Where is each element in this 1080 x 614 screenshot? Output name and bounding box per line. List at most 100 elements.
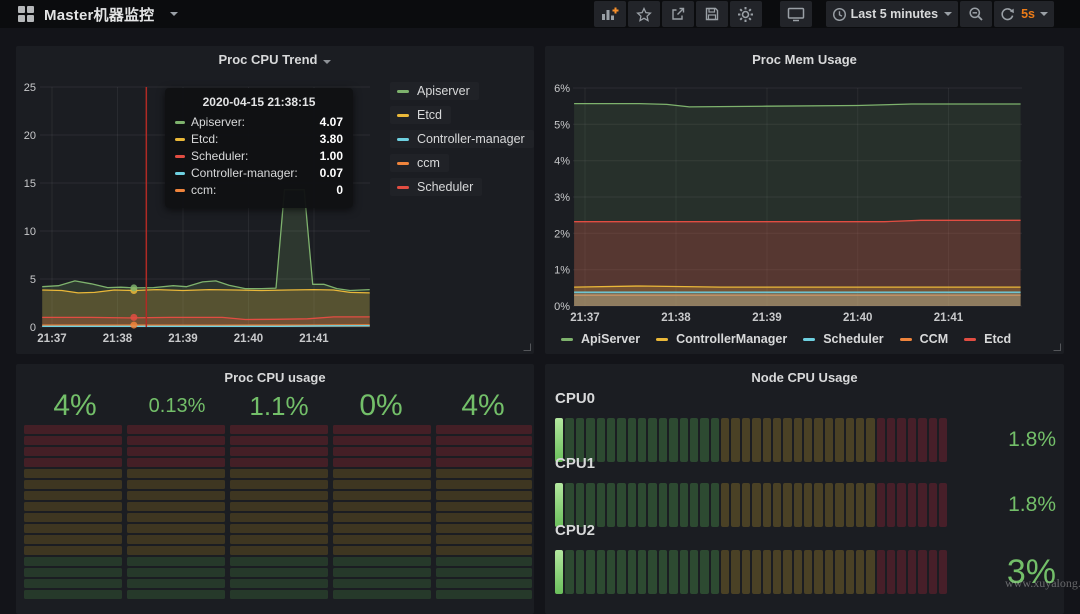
gauge-cell <box>856 418 864 462</box>
tooltip-row: Apiserver:4.07 <box>175 115 343 129</box>
add-panel-button[interactable] <box>594 1 626 27</box>
led-segment <box>230 590 328 599</box>
node-cpu-bargauge-CPU2[interactable] <box>555 550 947 594</box>
dashboard-title[interactable]: Master机器监控 <box>44 4 154 25</box>
legend-item-CCM[interactable]: CCM <box>900 332 948 346</box>
tooltip-series-value: 0 <box>336 183 343 197</box>
y-tick-label: 25 <box>24 82 36 94</box>
y-tick-label: 20 <box>24 130 36 142</box>
gauge-cell <box>586 483 594 527</box>
node-cpu-bargauge-CPU0[interactable] <box>555 418 947 462</box>
led-segment <box>436 513 532 522</box>
gauge-cell <box>918 418 926 462</box>
tv-mode-button[interactable] <box>780 1 812 27</box>
panel-title-proc-cpu-usage[interactable]: Proc CPU usage <box>16 370 534 385</box>
settings-button[interactable] <box>730 1 762 27</box>
led-segment <box>436 579 532 588</box>
led-segment <box>333 546 431 555</box>
gauge-cell <box>804 418 812 462</box>
gauge-cell <box>929 550 937 594</box>
gauge-cell <box>846 550 854 594</box>
legend-item-Controller-manager[interactable]: Controller-manager <box>390 130 534 148</box>
gauge-cell <box>648 483 656 527</box>
tooltip-series-label: Etcd: <box>191 132 218 146</box>
led-segment <box>230 458 328 467</box>
gauge-cell <box>628 483 636 527</box>
gauge-cell <box>711 418 719 462</box>
x-tick-label: 21:39 <box>168 333 197 345</box>
led-segment <box>24 568 122 577</box>
legend-color-dash <box>900 338 912 341</box>
legend-color-dash <box>397 186 409 189</box>
node-cpu-label-CPU0: CPU0 <box>555 390 595 407</box>
gauge-cell <box>690 418 698 462</box>
gauge-cell <box>700 550 708 594</box>
legend-item-Scheduler[interactable]: Scheduler <box>803 332 883 346</box>
y-tick-label: 6% <box>554 83 570 95</box>
y-tick-label: 5% <box>554 119 570 131</box>
gauge-cell <box>939 483 947 527</box>
led-segment <box>24 535 122 544</box>
legend-item-Etcd[interactable]: Etcd <box>964 332 1011 346</box>
gauge-cell <box>597 418 605 462</box>
y-tick-label: 2% <box>554 228 570 240</box>
led-segment <box>24 458 122 467</box>
gauge-cell <box>638 418 646 462</box>
legend-label: ControllerManager <box>676 332 787 346</box>
tooltip-series-value: 3.80 <box>320 132 343 146</box>
gauge-cell <box>783 550 791 594</box>
mem-usage-legend: ApiServer ControllerManager Scheduler CCM Et… <box>561 332 1011 346</box>
gauge-cell <box>773 550 781 594</box>
led-segment <box>230 557 328 566</box>
tooltip-row: Scheduler:1.00 <box>175 149 343 163</box>
x-tick-label: 21:37 <box>37 333 66 345</box>
panel-title-node-cpu-usage[interactable]: Node CPU Usage <box>545 370 1064 385</box>
led-segment <box>230 480 328 489</box>
led-segment <box>333 436 431 445</box>
node-cpu-bargauge-CPU1[interactable] <box>555 483 947 527</box>
led-segment <box>436 447 532 456</box>
chevron-down-icon <box>1040 12 1048 16</box>
refresh-button[interactable]: 5s <box>994 1 1054 27</box>
y-tick-label: 1% <box>554 265 570 277</box>
gauge-cell <box>731 418 739 462</box>
y-tick-label: 10 <box>24 226 36 238</box>
gauge-cell <box>607 418 615 462</box>
gauge-cell <box>586 550 594 594</box>
time-picker-button[interactable]: Last 5 minutes <box>826 1 959 27</box>
refresh-icon <box>1000 7 1015 22</box>
refresh-interval-label[interactable]: 5s <box>1021 7 1035 21</box>
legend-color-dash <box>397 162 409 165</box>
apps-grid-icon[interactable] <box>18 6 34 22</box>
hover-point-Apiserver <box>130 284 137 291</box>
gauge-cell <box>804 483 812 527</box>
legend-item-Apiserver[interactable]: Apiserver <box>390 82 479 100</box>
share-button[interactable] <box>662 1 694 27</box>
legend-item-ApiServer[interactable]: ApiServer <box>561 332 640 346</box>
legend-item-ccm[interactable]: ccm <box>390 154 449 172</box>
legend-label: Controller-manager <box>417 132 525 146</box>
navbar-actions: Last 5 minutes 5s <box>592 1 1054 27</box>
led-segment <box>127 535 225 544</box>
star-button[interactable] <box>628 1 660 27</box>
led-segment <box>230 447 328 456</box>
gauge-cell <box>814 483 822 527</box>
legend-color-dash <box>397 138 409 141</box>
legend-item-Etcd[interactable]: Etcd <box>390 106 451 124</box>
gauge-cell <box>897 483 905 527</box>
gauge-cell <box>597 483 605 527</box>
gauge-cell <box>680 418 688 462</box>
legend-item-Scheduler[interactable]: Scheduler <box>390 178 482 196</box>
led-segment <box>333 535 431 544</box>
chevron-down-icon[interactable] <box>170 12 178 16</box>
legend-item-ControllerManager[interactable]: ControllerManager <box>656 332 787 346</box>
dashboard-header[interactable]: Master机器监控 <box>0 4 178 25</box>
zoom-out-button[interactable] <box>960 1 992 27</box>
clock-icon <box>832 7 847 22</box>
led-segment <box>24 436 122 445</box>
led-segment <box>127 513 225 522</box>
save-button[interactable] <box>696 1 728 27</box>
x-tick-label: 21:38 <box>103 333 133 345</box>
gauge-cell <box>939 418 947 462</box>
mem-usage-chart[interactable]: 6%5%4%3%2%1%0%21:3721:3821:3921:4021:41 <box>545 46 1064 354</box>
